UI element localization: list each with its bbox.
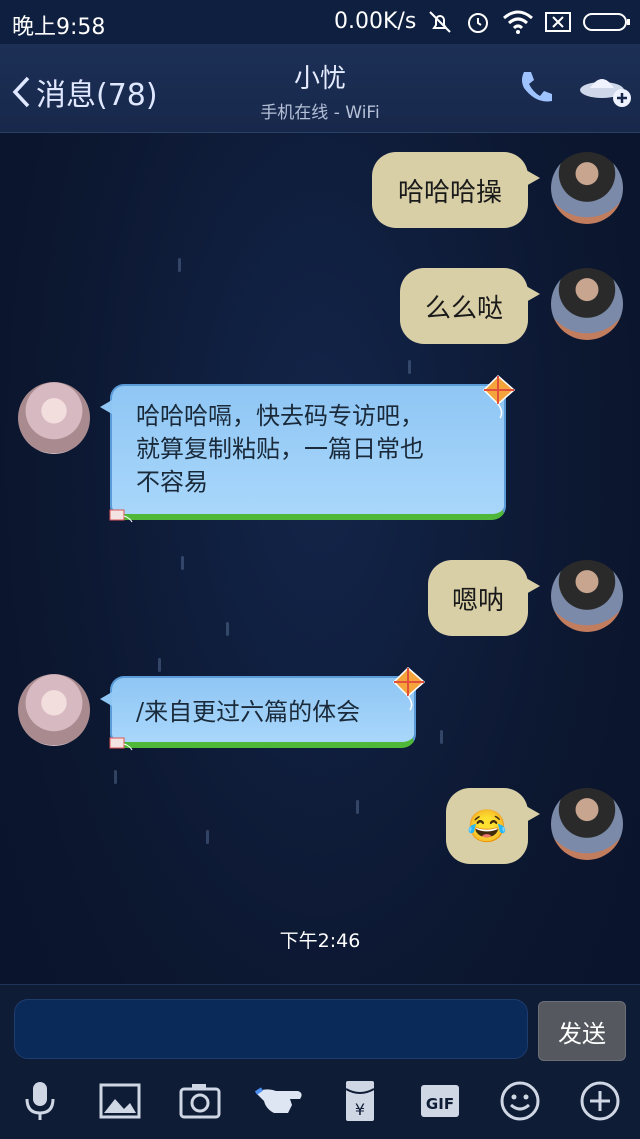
message-timestamp: 下午2:46 — [279, 930, 361, 952]
message-line: 就算复制粘贴，一篇日常也 — [136, 435, 424, 463]
svg-text:¥: ¥ — [355, 1100, 365, 1119]
my-message-bubble[interactable]: 哈哈哈操 — [372, 152, 540, 228]
message-input[interactable] — [14, 999, 528, 1059]
my-avatar[interactable] — [551, 788, 623, 860]
image-icon[interactable] — [98, 1079, 142, 1123]
network-speed: 0.00K/s — [334, 9, 417, 34]
sim-off-icon — [545, 12, 571, 32]
my-message-bubble[interactable]: 😂 — [446, 788, 540, 864]
input-bar: 发送 ¥ GIF — [0, 984, 640, 1139]
contact-message-bubble[interactable]: /来自更过六篇的体会 — [100, 676, 416, 748]
alarm-icon — [468, 13, 488, 33]
chat-background — [0, 0, 640, 1138]
pointer-icon[interactable] — [254, 1079, 306, 1123]
message-text: 么么哒 — [424, 293, 503, 324]
phone-icon[interactable] — [516, 68, 556, 108]
send-button[interactable]: 发送 — [538, 1001, 626, 1061]
emoji-icon[interactable] — [498, 1079, 542, 1123]
status-time: 晚上9:58 — [12, 15, 106, 40]
mute-icon — [429, 11, 451, 33]
contact-message-bubble[interactable]: 哈哈哈嗝，快去码专访吧， 就算复制粘贴，一篇日常也 不容易 — [100, 384, 506, 520]
chat-header: 消息(78) 小忧 手机在线 - WiFi — [0, 44, 640, 133]
microphone-icon[interactable] — [18, 1079, 62, 1123]
message-line: /来自更过六篇的体会 — [136, 698, 361, 726]
message-text: 哈哈哈操 — [397, 177, 502, 208]
status-bar: 晚上9:58 0.00K/s — [0, 0, 640, 44]
my-avatar[interactable] — [551, 152, 623, 224]
message-text: 嗯呐 — [451, 585, 504, 616]
emoji-message: 😂 — [467, 807, 507, 845]
kite-icon — [392, 666, 426, 711]
red-packet-icon[interactable]: ¥ — [338, 1079, 382, 1123]
message-line: 哈哈哈嗝，快去码专访吧， — [136, 402, 424, 430]
wifi-icon — [503, 10, 533, 34]
stamp-icon — [109, 737, 133, 751]
my-message-bubble[interactable]: 嗯呐 — [428, 560, 540, 636]
svg-text:GIF: GIF — [426, 1095, 454, 1113]
contact-avatar[interactable] — [18, 382, 90, 454]
message-line: 不容易 — [136, 468, 208, 496]
camera-icon[interactable] — [178, 1079, 222, 1123]
my-avatar[interactable] — [551, 268, 623, 340]
my-avatar[interactable] — [551, 560, 623, 632]
my-message-bubble[interactable]: 么么哒 — [400, 268, 540, 344]
stamp-icon — [109, 509, 133, 523]
battery-icon — [583, 13, 630, 31]
plus-icon[interactable] — [578, 1079, 622, 1123]
contact-avatar[interactable] — [18, 674, 90, 746]
kite-icon — [482, 374, 516, 419]
gif-icon[interactable]: GIF — [418, 1079, 462, 1123]
ufo-add-icon[interactable] — [578, 68, 634, 108]
